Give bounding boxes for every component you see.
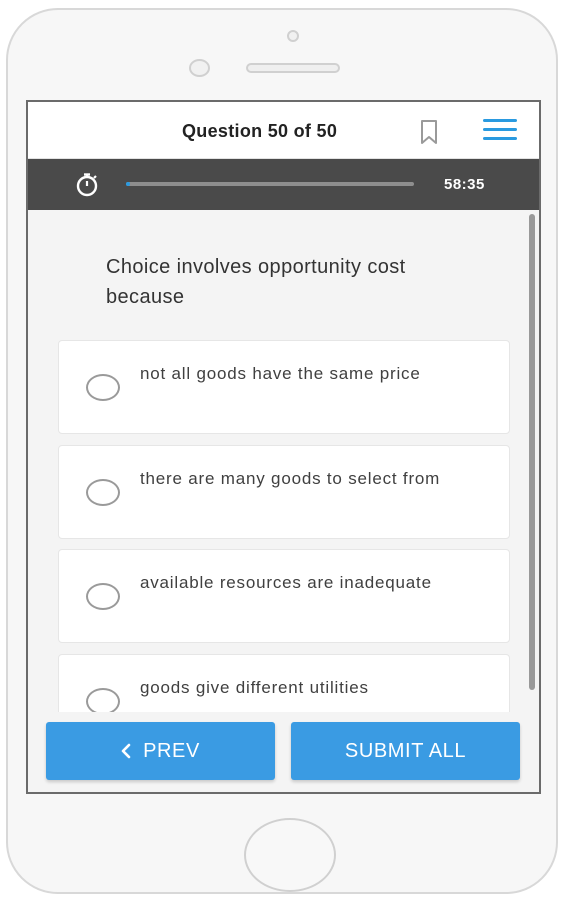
bookmark-outline-icon — [421, 120, 437, 144]
submit-all-button[interactable]: SUBMIT ALL — [291, 722, 520, 780]
question-counter: Question 50 of 50 — [182, 121, 338, 141]
answer-option-text: goods give different utilities — [140, 678, 369, 697]
answer-option-3[interactable]: available resources are inadequate — [58, 549, 510, 643]
answer-option-2[interactable]: there are many goods to select from — [58, 445, 510, 539]
timer-progress-fill — [126, 182, 131, 186]
radio-button[interactable] — [86, 374, 120, 401]
submit-all-button-label: SUBMIT ALL — [344, 739, 467, 762]
prev-button-label: PREV — [143, 739, 200, 762]
phone-home-button[interactable] — [244, 818, 336, 892]
app-screen: Question 50 of 50 58:35 Choice involves … — [26, 100, 541, 794]
hamburger-menu-icon — [483, 119, 517, 122]
prev-button[interactable]: PREV — [46, 722, 275, 780]
phone-speaker — [246, 63, 340, 73]
phone-camera — [287, 30, 299, 42]
scrollbar[interactable] — [529, 214, 535, 690]
quiz-footer: PREV SUBMIT ALL — [28, 712, 539, 792]
answer-option-1[interactable]: not all goods have the same price — [58, 340, 510, 434]
chevron-left-icon — [121, 743, 131, 759]
radio-button[interactable] — [86, 688, 120, 715]
stopwatch-icon — [76, 173, 98, 197]
timer-progress-track — [126, 182, 414, 186]
radio-button[interactable] — [86, 479, 120, 506]
question-text: Choice involves opportunity cost because — [106, 256, 406, 308]
timer-bar: 58:35 — [28, 159, 539, 210]
timer-remaining: 58:35 — [444, 176, 485, 193]
phone-sensor — [189, 59, 210, 77]
answer-option-text: there are many goods to select from — [140, 469, 441, 488]
bookmark-button[interactable] — [416, 117, 442, 147]
hamburger-line — [483, 137, 517, 140]
hamburger-line — [483, 128, 517, 131]
answer-option-text: not all goods have the same price — [140, 364, 421, 383]
radio-button[interactable] — [86, 583, 120, 610]
quiz-header: Question 50 of 50 — [28, 102, 539, 159]
menu-button[interactable] — [483, 119, 519, 143]
answer-option-text: available resources are inadequate — [140, 573, 432, 592]
